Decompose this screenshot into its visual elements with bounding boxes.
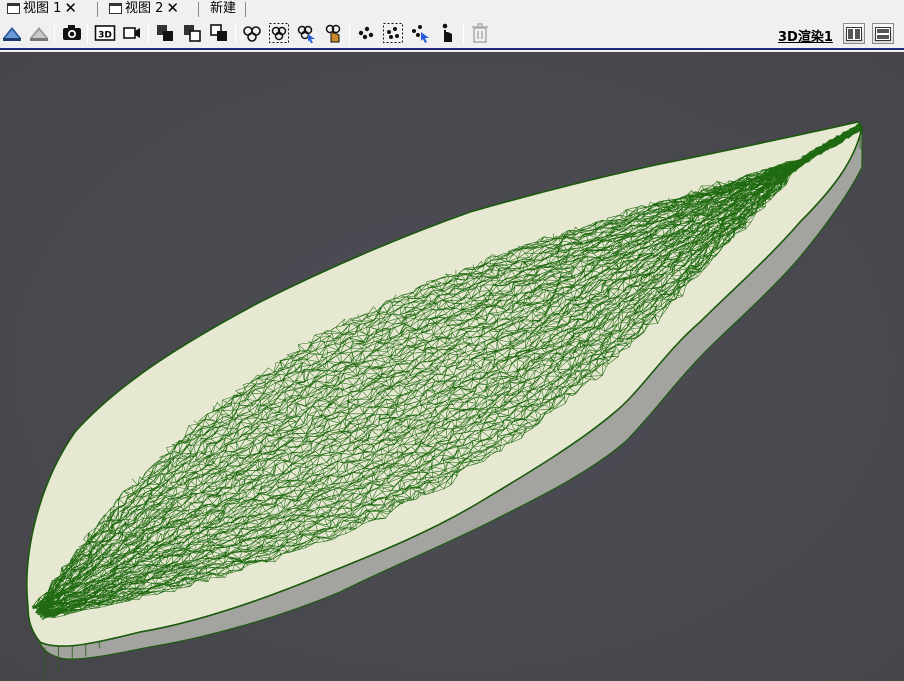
- select-block-icon[interactable]: [267, 21, 291, 45]
- interactive-select-points-icon[interactable]: [408, 21, 432, 45]
- window-icon: [109, 3, 122, 14]
- toolbar-divider: [235, 22, 236, 45]
- reset-camera-closest-icon[interactable]: [27, 21, 51, 45]
- tab-label: 视图 2: [125, 1, 164, 16]
- video-camera-icon[interactable]: [120, 21, 144, 45]
- tab-view-2[interactable]: 视图 2 ✕: [109, 0, 179, 17]
- close-icon[interactable]: ✕: [166, 1, 179, 16]
- toolbar-divider: [87, 22, 88, 45]
- tab-divider: [97, 2, 98, 17]
- tab-new[interactable]: 新建: [210, 0, 236, 17]
- toolbar-divider: [54, 22, 55, 45]
- reset-camera-icon[interactable]: [0, 21, 24, 45]
- clear-selection-icon[interactable]: [468, 21, 492, 45]
- select-points-on-icon[interactable]: [180, 21, 204, 45]
- hover-points-icon[interactable]: [435, 21, 459, 45]
- camera-icon[interactable]: [60, 21, 84, 45]
- split-vertical-icon[interactable]: [872, 23, 894, 44]
- tab-divider: [198, 2, 199, 17]
- view-title[interactable]: 3D渲染1: [778, 26, 833, 45]
- select-points-icon[interactable]: [354, 21, 378, 45]
- toolbar-divider: [463, 22, 464, 45]
- 3d-mode-icon[interactable]: 3D: [93, 21, 117, 45]
- toolbar-divider: [349, 22, 350, 45]
- view-toolbar: 3D 3D渲染1: [0, 17, 904, 50]
- tab-label: 新建: [210, 1, 237, 16]
- close-icon[interactable]: ✕: [64, 1, 77, 16]
- tab-divider: [245, 2, 246, 17]
- hover-cells-icon[interactable]: [321, 21, 345, 45]
- select-points-box-icon[interactable]: [381, 21, 405, 45]
- window-icon: [7, 3, 20, 14]
- render-viewport[interactable]: [0, 52, 904, 681]
- select-cells-on-icon[interactable]: [153, 21, 177, 45]
- wireframe-mesh-render[interactable]: [0, 52, 904, 681]
- tab-label: 视图 1: [23, 1, 62, 16]
- select-cells-polygon-icon[interactable]: [240, 21, 264, 45]
- split-horizontal-icon[interactable]: [843, 23, 865, 44]
- tab-bar: 视图 1 ✕ 视图 2 ✕ 新建: [0, 0, 904, 17]
- svg-text:3D: 3D: [98, 31, 112, 41]
- select-cells-frustum-icon[interactable]: [207, 21, 231, 45]
- toolbar-divider: [148, 22, 149, 45]
- tab-view-1[interactable]: 视图 1 ✕: [7, 0, 77, 17]
- interactive-select-cells-icon[interactable]: [294, 21, 318, 45]
